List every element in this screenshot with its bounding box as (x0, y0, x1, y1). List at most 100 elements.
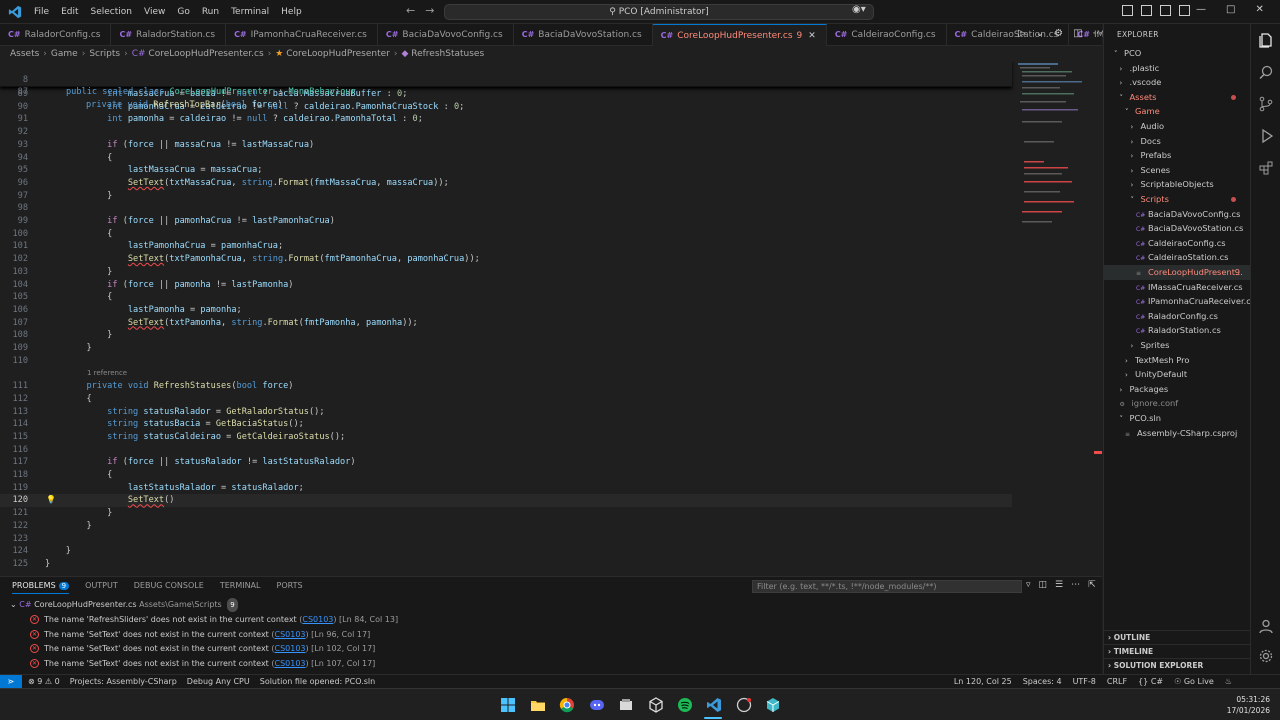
menu-go[interactable]: Go (171, 0, 195, 24)
code-line[interactable]: 107 SetText(txtPamonha, string.Format(fmt… (0, 317, 1012, 330)
code-line[interactable]: 103} (0, 266, 1012, 279)
code-line[interactable]: 116 (0, 444, 1012, 457)
language-mode[interactable]: {} C# (1138, 675, 1163, 688)
code-line[interactable]: 115 string statusCaldeirao = GetCaldeirao… (0, 431, 1012, 444)
code-line[interactable]: 91 int pamonha = caldeirao != null ? cald… (0, 113, 1012, 126)
cursor-position[interactable]: Ln 120, Col 25 (954, 675, 1012, 688)
run-dropdown-chevron-icon[interactable]: ⌄ (1036, 28, 1044, 39)
tree-file[interactable]: C# BaciaDaVovoStation.cs (1104, 221, 1250, 236)
code-line[interactable]: 97} (0, 190, 1012, 203)
indentation[interactable]: Spaces: 4 (1023, 675, 1062, 688)
breadcrumb-method[interactable]: RefreshStatuses (411, 49, 484, 59)
close-tab-icon[interactable]: ✕ (808, 31, 816, 41)
split-editor-icon[interactable]: ◫ (1073, 28, 1082, 39)
view-as-list-icon[interactable]: ☰ (1055, 580, 1063, 590)
filter-icon[interactable]: ▿ (1026, 580, 1031, 590)
tree-folder[interactable]: › Sprites (1104, 338, 1250, 353)
spotify-icon[interactable] (677, 697, 693, 713)
problem-row[interactable]: ✕ The name 'SetText' does not exist in th… (0, 628, 1100, 642)
section-outline[interactable]: › OUTLINE (1104, 630, 1250, 644)
vscode-taskbar-icon[interactable] (706, 697, 722, 713)
code-line[interactable]: 94 { (0, 152, 1012, 165)
code-line[interactable]: 104 if (force || pamonha != lastPamonha) (0, 279, 1012, 292)
menu-help[interactable]: Help (275, 0, 308, 24)
code-line[interactable]: 113 string statusRalador = GetRaladorStat… (0, 406, 1012, 419)
code-line[interactable]: 124} (0, 545, 1012, 558)
maximize-panel-icon[interactable]: ⇱ (1088, 580, 1096, 590)
tree-folder[interactable]: › .plastic (1104, 61, 1250, 76)
code-line[interactable]: 98 (0, 202, 1012, 215)
section-solution-explorer[interactable]: › SOLUTION EXPLORER (1104, 658, 1250, 672)
close-window-icon[interactable]: ✕ (1255, 4, 1263, 15)
breadcrumb-scripts[interactable]: Scripts (89, 49, 120, 59)
tree-folder[interactable]: ˅ PCO.sln (1104, 411, 1250, 426)
tree-folder[interactable]: ˅ Scripts (1104, 192, 1250, 207)
codelens-label[interactable]: 1 reference (87, 367, 127, 380)
encoding[interactable]: UTF-8 (1073, 675, 1096, 688)
problem-code-link[interactable]: CS0103 (274, 644, 305, 653)
go-live-button[interactable]: ☉ Go Live (1174, 675, 1214, 688)
code-line[interactable]: 117 if (force || statusRalador != lastSta… (0, 456, 1012, 469)
tab-ports[interactable]: PORTS (277, 581, 303, 594)
github-desktop-icon[interactable] (736, 697, 752, 713)
tree-folder[interactable]: ˅ Assets (1104, 90, 1250, 105)
code-line[interactable]: 119 lastStatusRalador = statusRalador; (0, 482, 1012, 495)
code-line[interactable]: 122} (0, 520, 1012, 533)
code-line[interactable]: 120 SetText() 💡 (0, 494, 1012, 508)
sticky-scroll[interactable]: 8 public sealed class CoreLoopHudPresent… (0, 61, 1012, 110)
tree-file[interactable]: ⚙ ignore.conf (1104, 396, 1250, 411)
unity-icon[interactable] (648, 697, 664, 713)
tree-folder[interactable]: › UnityDefault (1104, 367, 1250, 382)
tree-folder[interactable]: ˅ PCO (1104, 46, 1250, 61)
problem-row[interactable]: ✕ The name 'RefreshSliders' does not exis… (0, 613, 1100, 627)
customize-layout-icon[interactable] (1179, 5, 1190, 16)
problem-code-link[interactable]: CS0103 (274, 659, 305, 668)
projects-status[interactable]: Projects: Assembly-CSharp (70, 675, 177, 688)
tab-baciadavovostation[interactable]: C# BaciaDaVovoStation.cs (514, 24, 653, 46)
tab-raladorconfig[interactable]: C# RaladorConfig.cs (0, 24, 112, 46)
tab-raladorstation[interactable]: C# RaladorStation.cs (111, 24, 227, 46)
tree-file[interactable]: C# IMassaCruaReceiver.cs (1104, 280, 1250, 295)
toggle-panel-icon[interactable] (1141, 5, 1152, 16)
tree-file[interactable]: C# CaldeiraoConfig.cs (1104, 236, 1250, 251)
windows-start-icon[interactable] (500, 697, 516, 713)
code-line[interactable]: 100 { (0, 228, 1012, 241)
code-line[interactable]: 111 private void RefreshStatuses(bool for… (0, 380, 1012, 393)
code-line[interactable]: 93 if (force || massaCrua != lastMassaCru… (0, 139, 1012, 152)
tab-output[interactable]: OUTPUT (85, 581, 118, 594)
tree-file[interactable]: ≡ CoreLoopHudPresent... 9 (1104, 265, 1250, 280)
system-clock[interactable]: 05:31:26 17/01/2026 (1227, 694, 1270, 716)
tree-file[interactable]: ≡ Assembly-CSharp.csproj (1104, 426, 1250, 441)
menu-run[interactable]: Run (196, 0, 225, 24)
tree-folder[interactable]: › Docs (1104, 134, 1250, 149)
breadcrumb-game[interactable]: Game (51, 49, 78, 59)
maximize-icon[interactable]: □ (1226, 4, 1235, 15)
copilot-icon[interactable]: ◉▾ (852, 4, 866, 15)
problem-code-link[interactable]: CS0103 (302, 615, 333, 624)
debug-config-status[interactable]: Debug Any CPU (187, 675, 250, 688)
menu-selection[interactable]: Selection (85, 0, 138, 24)
tree-folder[interactable]: › TextMesh Pro (1104, 353, 1250, 368)
menu-edit[interactable]: Edit (55, 0, 84, 24)
app-icon[interactable] (618, 697, 634, 713)
tab-debug-console[interactable]: DEBUG CONSOLE (134, 581, 204, 594)
tree-file[interactable]: C# RaladorConfig.cs (1104, 309, 1250, 324)
code-line[interactable]: 101 lastPamonhaCrua = pamonhaCrua; (0, 240, 1012, 253)
tree-folder[interactable]: › Packages (1104, 382, 1250, 397)
file-explorer-icon[interactable] (530, 697, 546, 713)
tab-terminal[interactable]: TERMINAL (220, 581, 261, 594)
discord-icon[interactable] (589, 697, 605, 713)
tree-folder[interactable]: › Audio (1104, 119, 1250, 134)
tree-folder[interactable]: ˅ Game (1104, 104, 1250, 119)
tab-coreloophudpresenter[interactable]: C# CoreLoopHudPresenter.cs 9 ✕ (652, 24, 827, 46)
code-line[interactable]: 96 SetText(txtMassaCrua, string.Format(fm… (0, 177, 1012, 190)
codelens-references[interactable]: 1 reference (0, 367, 1012, 380)
tree-file[interactable]: C# CaldeiraoStation.cs (1104, 250, 1250, 265)
code-line[interactable]: 109} (0, 342, 1012, 355)
app-cube-icon[interactable] (765, 697, 781, 713)
code-line[interactable]: 125} (0, 558, 1012, 571)
more-actions-icon[interactable]: ⋯ (1071, 580, 1080, 590)
remote-icon[interactable]: ⋗ (0, 675, 22, 688)
extensions-icon[interactable] (1258, 160, 1274, 176)
account-icon[interactable] (1258, 618, 1274, 634)
